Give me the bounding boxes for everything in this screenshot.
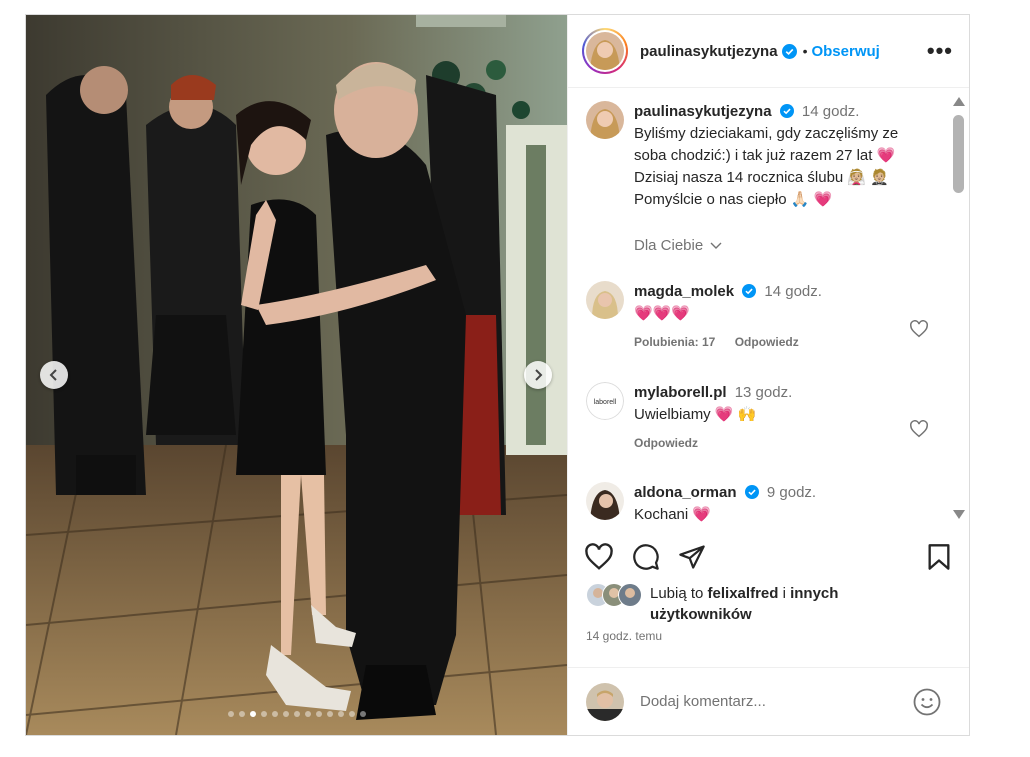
carousel-dot [271,711,278,717]
likes-others-link-line2[interactable]: użytkowników [650,606,752,623]
more-options-icon[interactable]: ••• [927,38,953,64]
comments-section[interactable]: paulinasykutjezyna 14 godz. Byliśmy dzie… [568,89,969,525]
verified-icon [779,104,794,118]
post-header: paulinasykutjezyna • Obserwuj ••• [568,15,969,88]
commenter-avatar[interactable] [586,482,624,520]
caption-line: Byliśmy dzieciakami, gdy zaczęliśmy ze [634,125,899,142]
caption-username[interactable]: paulinasykutjezyna [634,103,772,120]
comment-likes-count[interactable]: Polubienia: 17 [634,335,715,349]
comment-time: 14 godz. [764,283,822,300]
like-comment-heart-icon[interactable] [909,420,929,438]
comment-time: 9 godz. [766,484,817,501]
commenter-avatar[interactable] [586,281,624,319]
carousel-dot [282,711,289,717]
likes-others-link[interactable]: innych [790,585,838,602]
comment-text: 💗💗💗 [634,305,691,322]
likes-middle: i [778,585,791,602]
comment-username[interactable]: magda_molek [634,283,734,300]
like-button[interactable] [584,543,614,571]
chevron-left-icon [49,369,57,381]
carousel-dot [359,711,366,717]
carousel-dot [249,711,256,717]
previous-photo-button[interactable] [40,361,68,389]
share-icon [679,545,705,569]
dancing-couple-photo [26,15,567,735]
comment-username[interactable]: mylaborell.pl [634,384,727,401]
comment-text: Kochani 💗 [634,506,712,523]
share-button[interactable] [678,543,706,571]
carousel-indicator [26,711,567,717]
next-photo-button[interactable] [524,361,552,389]
comment-item: aldona_orman 9 godz. Kochani 💗 [586,482,929,525]
instagram-post: paulinasykutjezyna • Obserwuj ••• paulin… [25,14,970,736]
comment-text: Uwielbiamy 💗 🙌 [634,406,757,423]
carousel-dot [348,711,355,717]
likes-prefix: Lubią to [650,585,708,602]
caption-time: 14 godz. [801,103,860,120]
save-button[interactable] [927,543,951,571]
caption-line: Dzisiaj nasza 14 rocznica ślubu 👰🏼 🤵🏼 [634,169,889,186]
comment-button[interactable] [632,543,660,571]
carousel-dot [238,711,245,717]
carousel-dot [227,711,234,717]
carousel-dot [326,711,333,717]
emoji-icon[interactable] [913,688,941,716]
post-sidebar: paulinasykutjezyna • Obserwuj ••• paulin… [567,15,969,735]
carousel-dot [337,711,344,717]
separator-dot: • [802,43,808,59]
avatar-logo-text: laborell [594,399,617,406]
author-avatar[interactable] [582,28,628,74]
post-actions [584,540,951,574]
scroll-up-arrow-icon[interactable] [953,97,965,106]
comment-item: magda_molek 14 godz. 💗💗💗 Polubienia: 17 … [586,281,929,353]
carousel-dot [315,711,322,717]
post-timestamp[interactable]: 14 godz. temu [586,629,662,643]
scrollbar-thumb[interactable] [953,115,964,193]
scroll-down-arrow-icon[interactable] [953,510,965,519]
heart-icon [585,543,613,570]
comment-item: laborell mylaborell.pl 13 godz. Uwielbia… [586,382,929,454]
follow-button[interactable]: Obserwuj [811,43,879,60]
likes-summary: Lubią to felixalfred i innych użytkownik… [586,583,951,625]
verified-icon [744,485,759,499]
add-comment-input[interactable] [640,693,913,710]
author-avatar-image [586,32,624,70]
commenter-avatar[interactable]: laborell [586,382,624,420]
caption-line: soba chodzić:) i tak już razem 27 lat 💗 [634,147,896,164]
post-photo[interactable] [26,15,567,735]
verified-icon [742,284,757,298]
reply-button[interactable]: Odpowiedz [634,436,698,450]
carousel-dot [293,711,300,717]
for-you-filter[interactable]: Dla Ciebie [634,237,722,254]
carousel-dot [260,711,267,717]
likers-avatars[interactable] [586,583,648,609]
comment-username[interactable]: aldona_orman [634,484,737,501]
carousel-dot [304,711,311,717]
liker-username[interactable]: felixalfred [708,585,779,602]
comment-icon [633,544,659,570]
for-you-label: Dla Ciebie [634,237,704,254]
verified-icon [781,43,797,59]
like-comment-heart-icon[interactable] [909,320,929,338]
comment-time: 13 godz. [734,384,793,401]
chevron-right-icon [535,369,543,381]
caption-line: Pomyślcie o nas ciepło 🙏🏻 💗 [634,191,833,208]
viewer-avatar[interactable] [586,682,624,721]
author-username[interactable]: paulinasykutjezyna [640,43,778,60]
reply-button[interactable]: Odpowiedz [735,335,799,349]
chevron-down-icon [710,242,722,249]
liker-avatar [618,583,642,607]
bookmark-icon [928,544,950,570]
author-avatar-small[interactable] [586,101,624,139]
post-caption: paulinasykutjezyna 14 godz. Byliśmy dzie… [586,101,929,211]
add-comment-bar [568,667,969,735]
